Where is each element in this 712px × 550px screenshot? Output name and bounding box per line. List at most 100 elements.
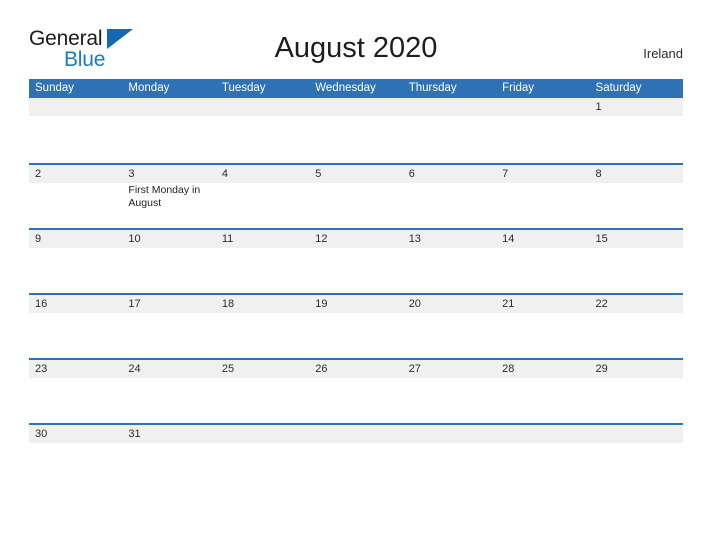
weekday-header-row: Sunday Monday Tuesday Wednesday Thursday…: [29, 79, 683, 98]
day-event: [309, 248, 402, 295]
day-event: [216, 248, 309, 295]
page-title: August 2020: [274, 32, 438, 64]
day-number[interactable]: [403, 98, 496, 116]
day-event: [403, 378, 496, 425]
day-event: [590, 116, 683, 163]
weekday-header-saturday: Saturday: [595, 82, 642, 94]
day-event: [29, 183, 122, 230]
week-event-strip: [29, 248, 683, 295]
day-number[interactable]: 15: [590, 230, 683, 248]
day-event: [309, 183, 402, 230]
day-event: [496, 116, 589, 163]
day-number[interactable]: 9: [29, 230, 122, 248]
day-number[interactable]: 6: [403, 165, 496, 183]
day-number[interactable]: 25: [216, 360, 309, 378]
country-label: Ireland: [643, 46, 683, 61]
day-event: [216, 313, 309, 360]
weekday-header-monday: Monday: [128, 82, 170, 94]
day-event: [590, 248, 683, 295]
day-number[interactable]: 19: [309, 295, 402, 313]
week-date-strip: 16 17 18 19 20 21 22: [29, 295, 683, 313]
day-event: [216, 116, 309, 163]
day-number[interactable]: [403, 425, 496, 443]
day-number[interactable]: 14: [496, 230, 589, 248]
day-number[interactable]: 20: [403, 295, 496, 313]
day-number[interactable]: 4: [216, 165, 309, 183]
day-event: [29, 378, 122, 425]
day-number[interactable]: 12: [309, 230, 402, 248]
day-number[interactable]: 24: [122, 360, 215, 378]
day-event: [29, 313, 122, 360]
day-event: [496, 248, 589, 295]
day-number[interactable]: [122, 98, 215, 116]
day-event: [403, 183, 496, 230]
week-row: 23 24 25 26 27 28 29: [29, 358, 683, 425]
week-event-strip: [29, 116, 683, 163]
day-number[interactable]: 21: [496, 295, 589, 313]
day-number[interactable]: [29, 98, 122, 116]
day-number[interactable]: [590, 425, 683, 443]
day-event: [309, 116, 402, 163]
day-number[interactable]: 5: [309, 165, 402, 183]
week-date-strip: 2 3 4 5 6 7 8: [29, 165, 683, 183]
week-row: 9 10 11 12 13 14 15: [29, 228, 683, 295]
day-number[interactable]: 3: [122, 165, 215, 183]
day-number[interactable]: [496, 425, 589, 443]
week-event-strip: [29, 313, 683, 360]
day-number[interactable]: 8: [590, 165, 683, 183]
day-number[interactable]: 22: [590, 295, 683, 313]
day-event: [496, 183, 589, 230]
day-event: First Monday in August: [128, 184, 201, 209]
day-number[interactable]: 13: [403, 230, 496, 248]
week-date-strip: 23 24 25 26 27 28 29: [29, 360, 683, 378]
day-number[interactable]: 17: [122, 295, 215, 313]
week-date-strip: 30 31: [29, 425, 683, 443]
weekday-header-sunday: Sunday: [35, 82, 75, 94]
day-number[interactable]: 10: [122, 230, 215, 248]
day-number[interactable]: 29: [590, 360, 683, 378]
day-number[interactable]: 16: [29, 295, 122, 313]
day-number[interactable]: 7: [496, 165, 589, 183]
weekday-header-friday: Friday: [502, 82, 535, 94]
day-event: [403, 248, 496, 295]
day-number[interactable]: 31: [122, 425, 215, 443]
day-number[interactable]: [309, 425, 402, 443]
day-event: [403, 313, 496, 360]
week-row: 1: [29, 98, 683, 163]
day-number[interactable]: 26: [309, 360, 402, 378]
day-event: [29, 248, 122, 295]
day-event: [29, 116, 122, 163]
week-event-strip: [29, 378, 683, 425]
day-number[interactable]: 23: [29, 360, 122, 378]
day-number[interactable]: 28: [496, 360, 589, 378]
calendar-grid: Sunday Monday Tuesday Wednesday Thursday…: [29, 79, 683, 445]
weekday-header-wednesday: Wednesday: [315, 82, 376, 94]
day-event: [122, 248, 215, 295]
day-event: [590, 313, 683, 360]
weekday-header-tuesday: Tuesday: [221, 82, 266, 94]
day-event: [122, 378, 215, 425]
day-event: [309, 313, 402, 360]
week-row: 30 31: [29, 423, 683, 445]
day-event: [403, 116, 496, 163]
day-number[interactable]: 11: [216, 230, 309, 248]
day-number[interactable]: 2: [29, 165, 122, 183]
day-event: [122, 116, 215, 163]
day-number[interactable]: 30: [29, 425, 122, 443]
day-number[interactable]: [309, 98, 402, 116]
day-number[interactable]: 18: [216, 295, 309, 313]
day-number[interactable]: 27: [403, 360, 496, 378]
week-date-strip: 1: [29, 98, 683, 116]
week-row: 2 3 4 5 6 7 8 First Monday in August: [29, 163, 683, 230]
day-number[interactable]: 1: [590, 98, 683, 116]
day-number[interactable]: [216, 425, 309, 443]
day-number[interactable]: [216, 98, 309, 116]
day-event: [590, 378, 683, 425]
day-number[interactable]: [496, 98, 589, 116]
day-event: [590, 183, 683, 230]
week-event-strip: First Monday in August: [29, 183, 683, 230]
week-date-strip: 9 10 11 12 13 14 15: [29, 230, 683, 248]
day-event: [122, 313, 215, 360]
day-event: [216, 183, 309, 230]
weekday-header-thursday: Thursday: [408, 82, 457, 94]
